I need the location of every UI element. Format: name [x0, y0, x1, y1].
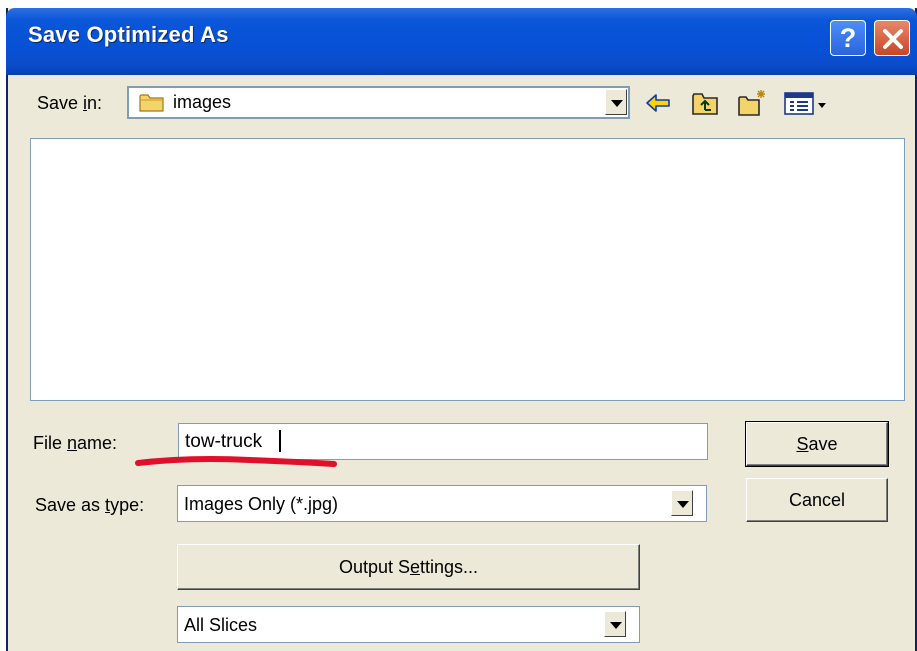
close-button[interactable] [874, 20, 910, 56]
up-one-level-icon[interactable] [690, 88, 720, 118]
text-caret [279, 430, 281, 452]
slices-dropdown[interactable]: All Slices [177, 606, 640, 643]
close-icon [883, 29, 903, 49]
help-icon: ? [839, 23, 857, 53]
red-underline-annotation [135, 456, 337, 467]
save-button[interactable]: Save [745, 421, 889, 467]
save-in-dropdown[interactable]: images [127, 86, 630, 119]
folder-icon [139, 94, 164, 112]
help-button[interactable]: ? [830, 20, 866, 56]
file-name-value: tow-truck [185, 431, 263, 452]
file-name-label: File name: [33, 433, 118, 453]
save-as-type-label: Save as type: [35, 495, 145, 515]
view-menu-icon[interactable] [782, 88, 834, 118]
chevron-down-icon [610, 622, 622, 629]
cancel-button[interactable]: Cancel [746, 478, 888, 522]
back-arrow-icon[interactable] [643, 88, 673, 118]
save-in-value: images [173, 92, 232, 112]
save-in-label: Save in: [37, 93, 103, 113]
dialog-title: Save Optimized As [28, 22, 229, 47]
save-as-type-value: Images Only (*.jpg) [184, 494, 339, 514]
slices-dropdown-arrow[interactable] [604, 611, 626, 637]
output-settings-button[interactable]: Output Settings... [177, 544, 640, 590]
file-list[interactable] [30, 138, 905, 401]
slices-value: All Slices [184, 615, 258, 635]
save-in-dropdown-arrow[interactable] [605, 89, 627, 115]
save-as-type-dropdown-arrow[interactable] [671, 490, 693, 516]
new-folder-icon[interactable] [737, 88, 767, 118]
chevron-down-icon [677, 501, 689, 508]
chevron-down-icon [611, 100, 623, 107]
save-as-type-dropdown[interactable]: Images Only (*.jpg) [177, 485, 707, 522]
